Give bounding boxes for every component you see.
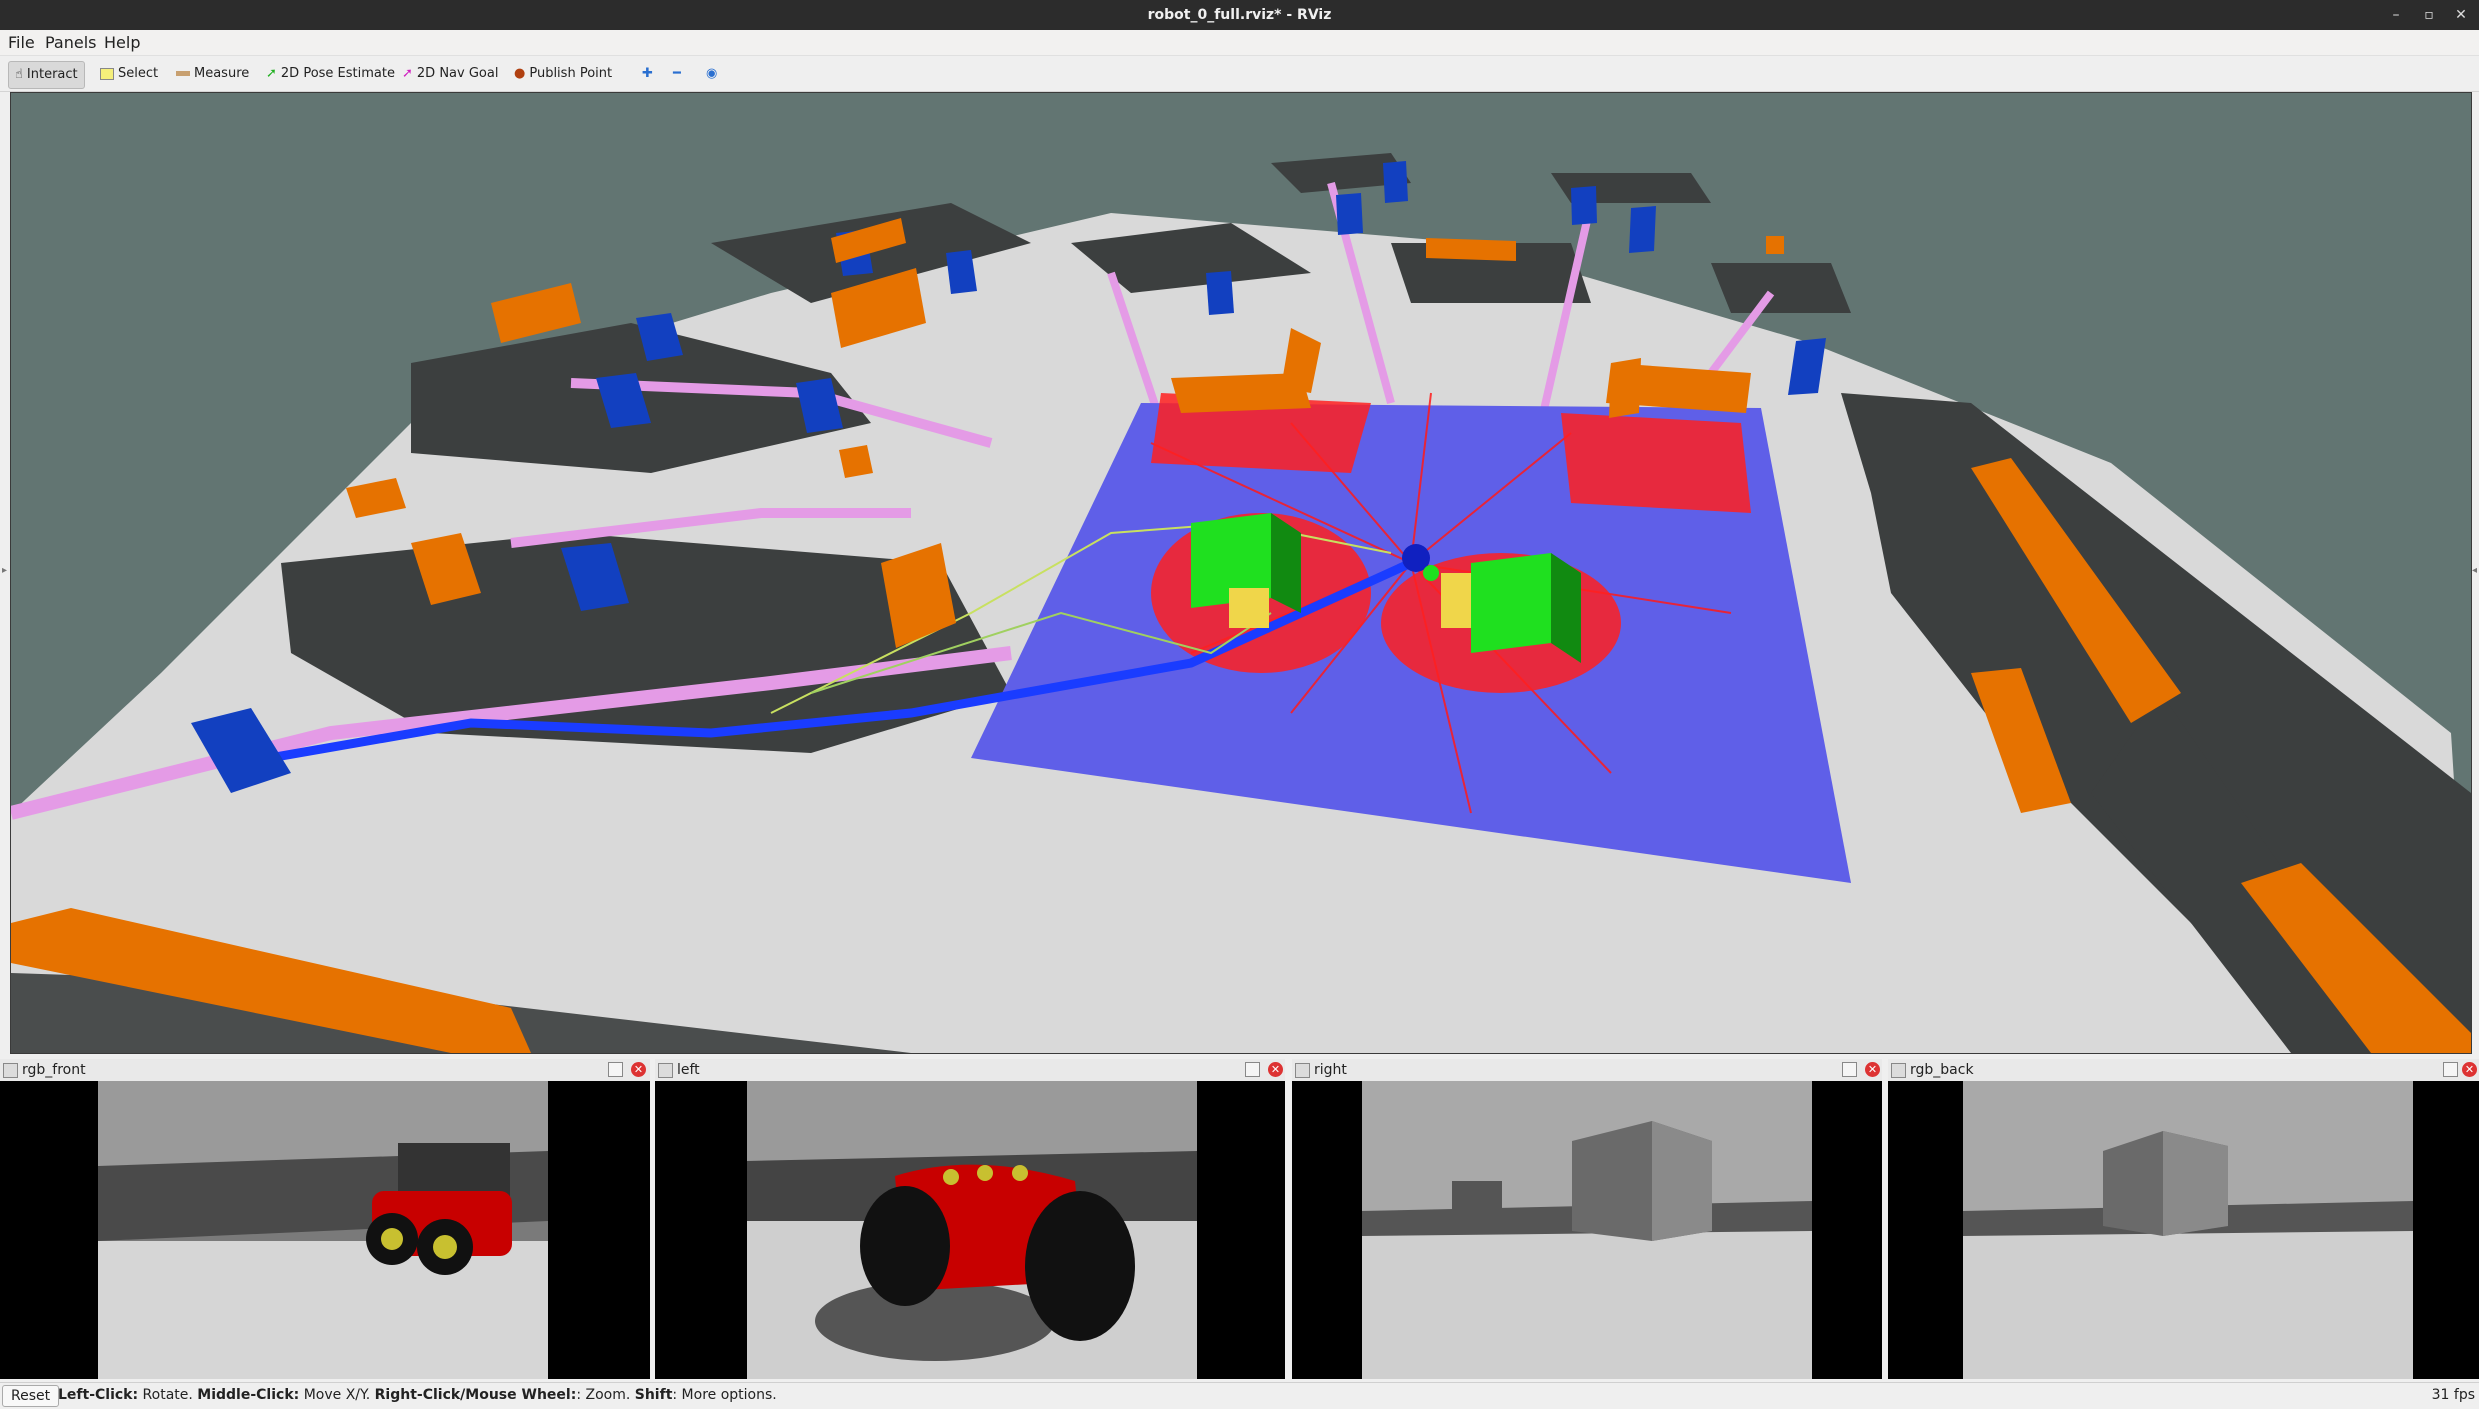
interact-tool-button[interactable]: ☝ Interact (8, 61, 85, 89)
camera-image (1362, 1081, 1812, 1379)
menu-help[interactable]: Help (104, 33, 140, 52)
menu-bar: File Panels Help (0, 30, 2479, 56)
robot-wheel (860, 1186, 950, 1306)
hint-right-click-text: : Zoom. (576, 1387, 635, 1403)
pink-arrow-icon: ➚ (402, 66, 413, 81)
green-box (1471, 553, 1551, 653)
camera-view-right[interactable] (1292, 1081, 1882, 1379)
camera-panel-icon (1891, 1063, 1906, 1078)
status-bar: Reset Left-Click: Rotate. Middle-Click: … (0, 1382, 2479, 1409)
goal-marker (1423, 565, 1439, 581)
menu-panels[interactable]: Panels (45, 33, 97, 52)
camera-panel-icon (1295, 1063, 1310, 1078)
menu-file[interactable]: File (8, 33, 35, 52)
camera-view-rgb-back[interactable] (1888, 1081, 2479, 1379)
panel-title-rgb-front: rgb_front (22, 1062, 86, 1078)
obstacle-block (1452, 1181, 1502, 1231)
mouse-hint: Left-Click: Rotate. Middle-Click: Move X… (58, 1387, 777, 1403)
scene-canvas (11, 153, 2471, 1053)
undock-button[interactable] (1842, 1062, 1857, 1077)
occupancy-shadow (1711, 263, 1851, 313)
select-box-icon (100, 67, 114, 80)
right-dock-handle[interactable]: ◂ (2472, 565, 2478, 585)
close-panel-button[interactable]: ✕ (2462, 1062, 2477, 1077)
hint-shift-label: Shift (634, 1387, 673, 1403)
window-title: robot_0_full.rviz* - RViz (1147, 7, 1332, 23)
nav-goal-tool-button[interactable]: ➚ 2D Nav Goal (396, 61, 504, 87)
obstacle-inflation (1561, 413, 1751, 513)
measure-label: Measure (194, 66, 250, 81)
fps-counter: 31 fps (2431, 1387, 2475, 1403)
undock-button[interactable] (1245, 1062, 1260, 1077)
green-arrow-icon: ➚ (266, 66, 277, 81)
ruler-icon (176, 71, 190, 76)
hint-middle-click-label: Middle-Click: (197, 1387, 300, 1403)
hint-middle-click-text: Move X/Y. (299, 1387, 375, 1403)
select-label: Select (118, 66, 159, 81)
maximize-button[interactable]: ▫ (2419, 5, 2439, 25)
hint-right-click-label: Right-Click/Mouse Wheel: (374, 1387, 577, 1403)
tool-bar: ☝ Interact Select Measure ➚ 2D Pose Estima… (0, 56, 2479, 92)
camera-view-left[interactable] (655, 1081, 1285, 1379)
panel-title-left: left (677, 1062, 700, 1078)
yellow-box (1229, 588, 1269, 628)
robot-shadow (815, 1281, 1055, 1361)
camera-image (1963, 1081, 2413, 1379)
select-tool-button[interactable]: Select (94, 61, 164, 87)
left-dock-handle[interactable]: ▸ (2, 565, 8, 585)
publish-point-tool-button[interactable]: ● Publish Point (508, 61, 618, 87)
nav-goal-label: 2D Nav Goal (416, 66, 499, 81)
panel-header-rgb-back: rgb_back ✕ (1888, 1059, 2479, 1081)
panel-title-right: right (1314, 1062, 1347, 1078)
camera-image (747, 1081, 1197, 1379)
minimize-button[interactable]: – (2386, 5, 2406, 25)
panel-header-left: left ✕ (655, 1059, 1285, 1081)
panel-header-right: right ✕ (1292, 1059, 1882, 1081)
close-panel-button[interactable]: ✕ (631, 1062, 646, 1077)
close-panel-button[interactable]: ✕ (1268, 1062, 1283, 1077)
pose-estimate-tool-button[interactable]: ➚ 2D Pose Estimate (260, 61, 401, 87)
panel-header-rgb-front: rgb_front ✕ (0, 1059, 650, 1081)
camera-image (98, 1081, 548, 1379)
publish-point-label: Publish Point (529, 66, 613, 81)
remove-tool-icon[interactable]: ━ (667, 61, 687, 87)
add-tool-icon[interactable]: ✚ (636, 61, 659, 87)
close-panel-button[interactable]: ✕ (1865, 1062, 1880, 1077)
hint-shift-text: : More options. (672, 1387, 777, 1403)
camera-panel-icon (658, 1063, 673, 1078)
undock-button[interactable] (608, 1062, 623, 1077)
robot-wheel (1025, 1191, 1135, 1341)
panel-title-rgb-back: rgb_back (1910, 1062, 1974, 1078)
hand-icon: ☝ (15, 67, 23, 82)
camera-view-rgb-front[interactable] (0, 1081, 650, 1379)
measure-tool-button[interactable]: Measure (170, 61, 255, 87)
map-pin-icon: ● (514, 66, 526, 81)
pose-estimate-label: 2D Pose Estimate (280, 66, 395, 81)
hint-left-click-text: Rotate. (138, 1387, 198, 1403)
close-window-button[interactable]: ✕ (2451, 5, 2471, 25)
hint-left-click-label: Left-Click: (58, 1387, 139, 1403)
interact-label: Interact (26, 67, 78, 82)
tool-properties-icon[interactable]: ◉ (700, 61, 723, 87)
yellow-box (1441, 573, 1471, 628)
camera-panel-icon (3, 1063, 18, 1078)
undock-button[interactable] (2443, 1062, 2458, 1077)
reset-button[interactable]: Reset (2, 1385, 60, 1407)
title-bar: robot_0_full.rviz* - RViz – ▫ ✕ (0, 0, 2479, 30)
render-viewport[interactable] (10, 92, 2472, 1054)
